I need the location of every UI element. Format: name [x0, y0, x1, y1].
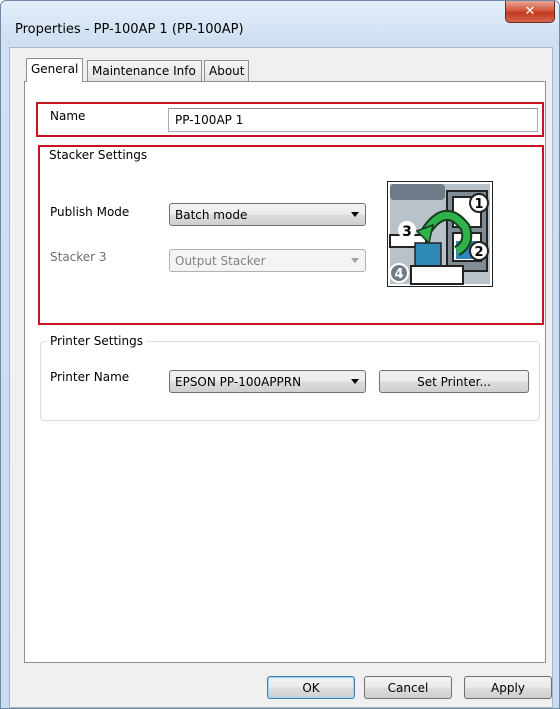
chevron-down-icon: [351, 258, 359, 263]
apply-button[interactable]: Apply: [464, 676, 552, 699]
window-title: Properties - PP-100AP 1 (PP-100AP): [15, 22, 244, 37]
diagram-number-2: 2: [474, 245, 483, 260]
printer-name-value: EPSON PP-100APPRN: [175, 375, 302, 389]
diagram-number-1: 1: [474, 197, 483, 212]
tab-about[interactable]: About: [204, 60, 249, 82]
tab-maintenance-info[interactable]: Maintenance Info: [87, 60, 202, 82]
ok-button[interactable]: OK: [267, 676, 355, 699]
properties-window: Properties - PP-100AP 1 (PP-100AP) ✕ Gen…: [0, 0, 560, 709]
publish-mode-value: Batch mode: [175, 208, 248, 222]
publish-mode-label: Publish Mode: [50, 205, 130, 219]
printer-name-label: Printer Name: [50, 370, 130, 384]
printer-name-select[interactable]: EPSON PP-100APPRN: [169, 370, 366, 393]
close-button[interactable]: ✕: [505, 1, 555, 23]
tab-general[interactable]: General: [26, 58, 83, 82]
cancel-button[interactable]: Cancel: [364, 676, 452, 699]
name-field[interactable]: PP-100AP 1: [168, 108, 538, 132]
stacker-diagram-icon: 1 2 3 4: [387, 181, 493, 287]
name-label: Name: [50, 109, 86, 123]
title-bar[interactable]: Properties - PP-100AP 1 (PP-100AP) ✕: [1, 1, 559, 39]
chevron-down-icon: [351, 212, 359, 217]
diagram-number-4: 4: [394, 267, 403, 282]
printer-settings-title: Printer Settings: [47, 334, 146, 348]
chevron-down-icon: [351, 379, 359, 384]
set-printer-button[interactable]: Set Printer...: [379, 370, 529, 393]
close-icon: ✕: [524, 4, 536, 19]
stacker3-label: Stacker 3: [50, 250, 107, 264]
stacker-settings-title: Stacker Settings: [49, 148, 148, 162]
stacker3-value: Output Stacker: [175, 254, 266, 268]
diagram-number-3: 3: [402, 224, 412, 240]
publish-mode-select[interactable]: Batch mode: [169, 203, 366, 226]
stacker3-select[interactable]: Output Stacker: [169, 249, 366, 272]
